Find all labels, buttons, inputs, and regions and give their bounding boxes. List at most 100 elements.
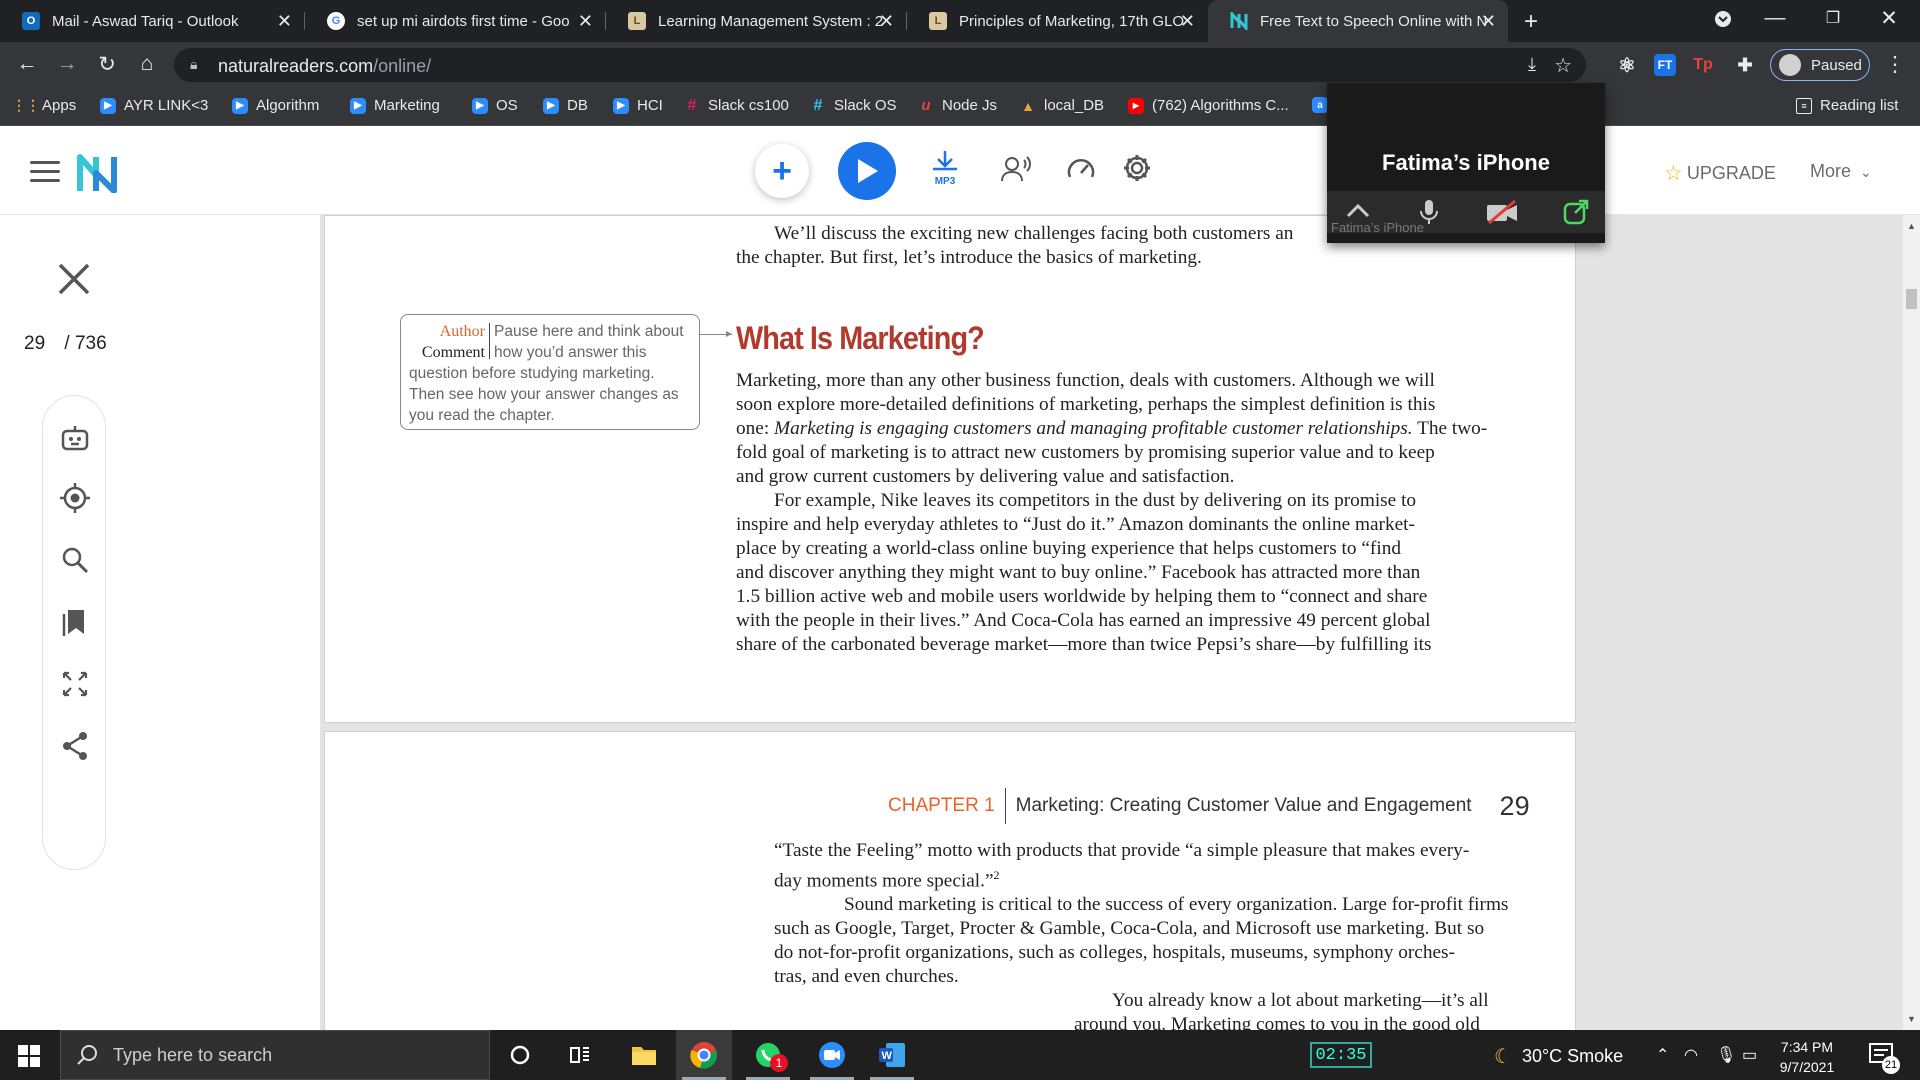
video-off-icon[interactable] xyxy=(1485,199,1519,225)
slack-icon: # xyxy=(687,96,697,114)
windows-start-icon[interactable] xyxy=(18,1045,40,1067)
tp-extension-icon[interactable]: Tp xyxy=(1692,54,1714,76)
tab-search-icon[interactable] xyxy=(1710,10,1736,33)
author-comment-box[interactable]: Author Comment Pause here and think abou… xyxy=(400,314,700,430)
address-bar[interactable]: 🔒︎ naturalreaders.com/online/ ⤓ ☆ xyxy=(174,48,1586,82)
lock-icon[interactable]: 🔒︎ xyxy=(190,56,197,73)
share-icon[interactable] xyxy=(59,730,91,762)
chrome-menu-icon[interactable]: ⋮ xyxy=(1882,52,1908,77)
bookmark-slack-os[interactable]: # Slack OS xyxy=(810,97,897,115)
react-devtools-icon[interactable]: ⚛ xyxy=(1616,54,1638,77)
ft-extension-icon[interactable]: FT xyxy=(1654,54,1676,76)
windows-taskbar: Type here to search 1 W 02:35 ☾ 30°C Smo… xyxy=(0,1030,1920,1080)
tab-principles-marketing[interactable]: L Principles of Marketing, 17th GLO ✕ xyxy=(907,0,1207,42)
menu-icon[interactable] xyxy=(30,161,60,188)
bookmark-ayr-link[interactable]: ▶ AYR LINK<3 xyxy=(100,97,208,114)
paragraph-line[interactable]: We’ll discuss the exciting new challenge… xyxy=(774,222,1293,246)
restore-icon[interactable]: ❐ xyxy=(1820,8,1846,28)
tray-chevron-up-icon[interactable]: ⌃ xyxy=(1656,1045,1669,1065)
minimize-icon[interactable]: — xyxy=(1762,6,1788,30)
close-tab-icon[interactable]: ✕ xyxy=(578,11,593,32)
paragraph-line: and discover anything they might want to… xyxy=(736,562,1421,583)
settings-gear-icon[interactable] xyxy=(1122,153,1152,188)
fullscreen-icon[interactable] xyxy=(59,668,91,700)
bookmark-os[interactable]: ▶ OS xyxy=(472,97,518,114)
more-menu-button[interactable]: More ⌄ xyxy=(1810,161,1872,182)
bookmark-node-js[interactable]: u Node Js xyxy=(918,97,997,114)
footnote-marker[interactable]: 2 xyxy=(994,868,1000,882)
weather-widget[interactable]: ☾ 30°C Smoke xyxy=(1494,1044,1623,1069)
profile-paused-button[interactable]: Paused xyxy=(1770,49,1870,81)
scrollbar-thumb[interactable] xyxy=(1906,289,1917,309)
home-icon[interactable]: ⌂ xyxy=(134,52,160,76)
scroll-down-icon[interactable]: ▼ xyxy=(1907,1014,1916,1024)
tab-lms[interactable]: L Learning Management System : 2 ✕ xyxy=(606,0,906,42)
section-heading[interactable]: What Is Marketing? xyxy=(736,320,985,357)
share-screen-icon[interactable] xyxy=(1563,199,1589,225)
bookmark-slack-cs100[interactable]: # Slack cs100 xyxy=(684,96,789,115)
back-icon[interactable]: ← xyxy=(14,52,40,76)
task-view-icon[interactable] xyxy=(552,1030,608,1080)
body-text[interactable]: Marketing, more than any other business … xyxy=(736,369,1488,657)
close-window-icon[interactable]: ✕ xyxy=(1876,6,1902,31)
paragraph-line[interactable]: the chapter. But first, let’s introduce … xyxy=(736,246,1202,270)
zoom-taskbar-icon[interactable] xyxy=(804,1030,860,1080)
action-center-icon[interactable]: 21 xyxy=(1868,1042,1900,1075)
forward-icon[interactable]: → xyxy=(54,52,80,76)
close-tab-icon[interactable]: ✕ xyxy=(277,11,292,32)
battery-icon[interactable]: ▭ xyxy=(1742,1045,1757,1065)
file-explorer-icon[interactable] xyxy=(616,1030,672,1080)
current-page[interactable]: 29 xyxy=(24,333,45,354)
zoom-icon: ▶ xyxy=(350,97,366,114)
reading-list-button[interactable]: ≡ Reading list xyxy=(1796,97,1898,114)
bookmarks-icon[interactable] xyxy=(59,606,91,638)
amazon-icon: a xyxy=(1312,97,1328,113)
recording-timer[interactable]: 02:35 xyxy=(1310,1042,1372,1068)
reload-icon[interactable]: ↻ xyxy=(94,52,120,77)
voice-settings-icon[interactable] xyxy=(1000,155,1032,188)
microphone-tray-icon[interactable]: 🎙︎ xyxy=(1716,1045,1736,1065)
new-tab-icon[interactable]: + xyxy=(1518,8,1544,36)
chrome-taskbar-icon[interactable] xyxy=(676,1030,732,1080)
tab-google[interactable]: G set up mi airdots first time - Goo ✕ xyxy=(305,0,605,42)
upgrade-button[interactable]: ☆ UPGRADE xyxy=(1664,161,1776,186)
bookmark-db[interactable]: ▶ DB xyxy=(543,97,588,114)
node-icon: u xyxy=(921,97,931,114)
cortana-icon[interactable] xyxy=(492,1030,548,1080)
bookmark-youtube-algorithms[interactable]: ▶ (762) Algorithms C... xyxy=(1128,97,1289,114)
close-tab-icon[interactable]: ✕ xyxy=(1180,11,1195,32)
taskbar-search-box[interactable]: Type here to search xyxy=(60,1030,490,1080)
locate-icon[interactable] xyxy=(59,482,91,514)
body-text[interactable]: “Taste the Feeling” motto with products … xyxy=(774,839,1508,1037)
download-mp3-button[interactable]: MP3 xyxy=(930,149,960,187)
bookmark-marketing[interactable]: ▶ Marketing xyxy=(350,97,440,114)
word-icon[interactable]: W xyxy=(864,1030,920,1080)
close-tab-icon[interactable]: ✕ xyxy=(879,11,894,32)
close-document-icon[interactable] xyxy=(56,261,92,302)
system-clock[interactable]: 7:34 PM 9/7/2021 xyxy=(1772,1037,1842,1077)
vertical-scrollbar[interactable]: ▲ ▼ xyxy=(1903,215,1920,1030)
add-document-button[interactable]: + xyxy=(755,144,809,198)
play-button[interactable] xyxy=(838,142,896,200)
wifi-icon[interactable]: ◠ xyxy=(1684,1045,1698,1065)
extensions-puzzle-icon[interactable]: ✚ xyxy=(1734,54,1756,76)
tab-title: Free Text to Speech Online with N xyxy=(1260,12,1486,30)
avatar xyxy=(1779,54,1801,76)
bookmark-local-db[interactable]: ▲ local_DB xyxy=(1020,97,1104,114)
bookmark-star-icon[interactable]: ☆ xyxy=(1554,53,1572,78)
close-tab-icon[interactable]: ✕ xyxy=(1481,11,1496,32)
zoom-video-overlay[interactable]: Fatima’s iPhone Fatima’s iPhone xyxy=(1327,83,1605,243)
notification-badge: 1 xyxy=(770,1054,788,1072)
speed-icon[interactable] xyxy=(1066,155,1096,188)
bookmark-apps[interactable]: ⋮⋮ Apps xyxy=(12,97,76,114)
naturalreader-logo-icon[interactable] xyxy=(76,153,120,198)
whatsapp-icon[interactable]: 1 xyxy=(740,1030,796,1080)
bookmark-hci[interactable]: ▶ HCI xyxy=(613,97,663,114)
bookmark-algorithm[interactable]: ▶ Algorithm xyxy=(232,97,319,114)
robot-icon[interactable] xyxy=(59,422,91,454)
search-icon[interactable] xyxy=(59,544,91,576)
tab-outlook[interactable]: O Mail - Aswad Tariq - Outlook ✕ xyxy=(0,0,304,42)
scroll-up-icon[interactable]: ▲ xyxy=(1907,221,1916,231)
install-app-icon[interactable]: ⤓ xyxy=(1528,54,1536,75)
tab-naturalreader[interactable]: Free Text to Speech Online with N ✕ xyxy=(1208,0,1508,42)
